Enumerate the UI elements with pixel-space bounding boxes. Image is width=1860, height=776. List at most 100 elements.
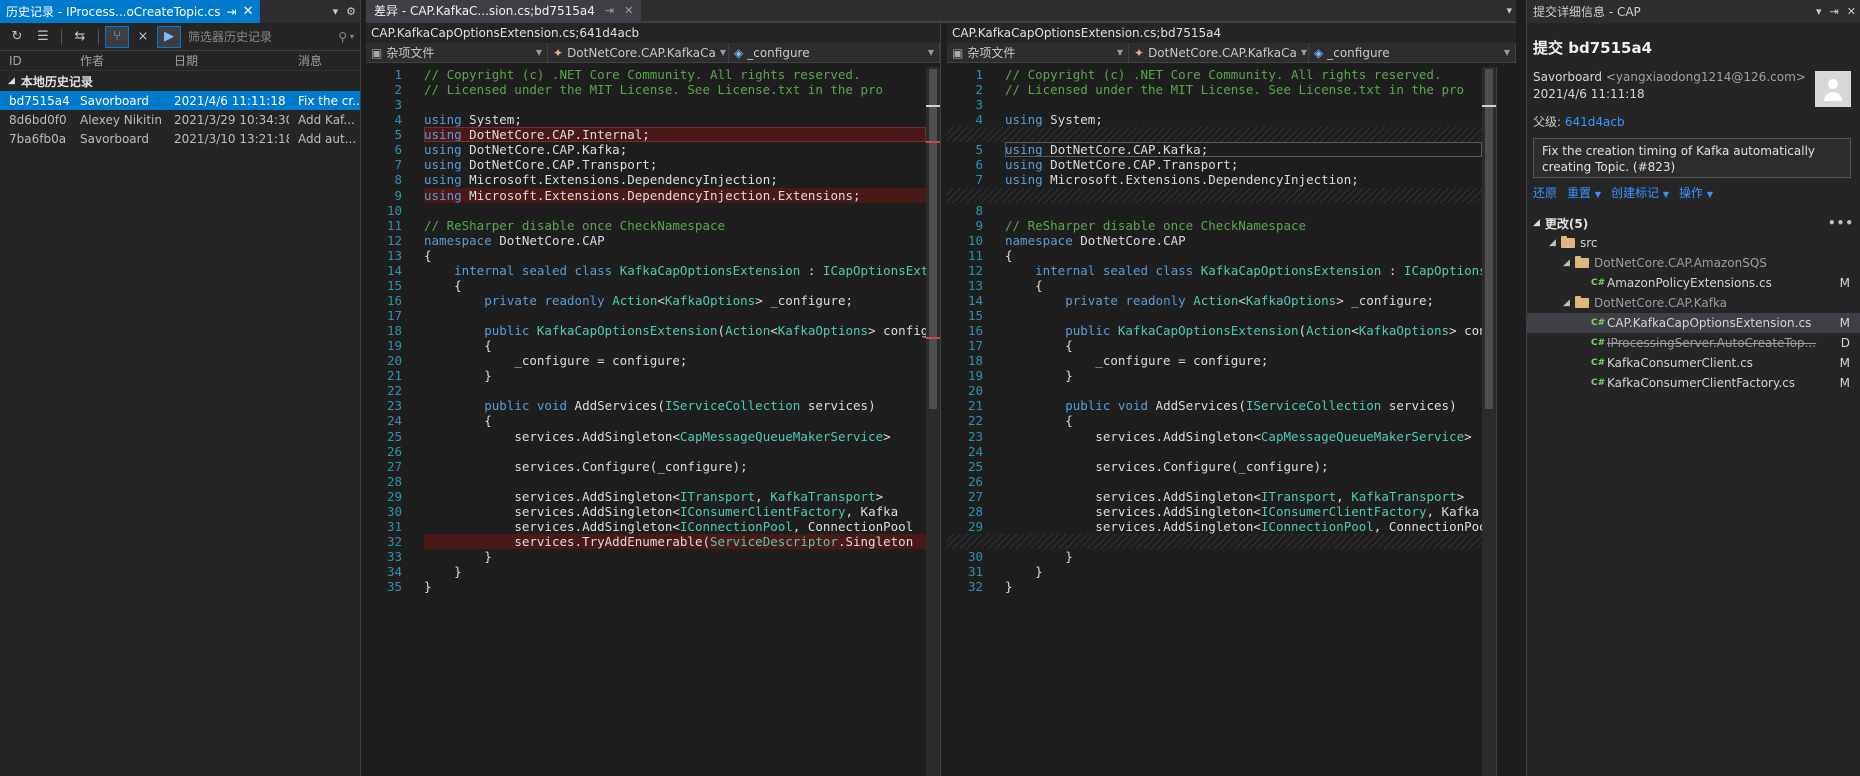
local-history-group[interactable]: ◢ 本地历史记录: [0, 71, 360, 91]
collapse-arrow-icon[interactable]: ◢: [1533, 218, 1540, 228]
tab-list-dropdown-icon[interactable]: ▾: [1502, 4, 1516, 17]
code-line[interactable]: 17 {: [947, 338, 1482, 353]
code-line[interactable]: 14 private readonly Action<KafkaOptions>…: [947, 293, 1482, 308]
code-line[interactable]: 9 using Microsoft.Extensions.DependencyIn…: [366, 187, 926, 203]
diff-overview-margin[interactable]: [1496, 67, 1516, 776]
search-icon[interactable]: ⚲: [338, 30, 347, 44]
dropdown-icon[interactable]: ▾: [1812, 5, 1826, 18]
code-line[interactable]: [947, 187, 1482, 203]
code-line[interactable]: 12 internal sealed class KafkaCapOptions…: [947, 263, 1482, 278]
right-code-editor[interactable]: 1 // Copyright (c) .NET Core Community. A…: [947, 67, 1482, 776]
code-line[interactable]: 12 namespace DotNetCore.CAP: [366, 233, 926, 248]
code-line[interactable]: 35}: [366, 579, 926, 594]
code-line[interactable]: 21 public void AddServices(IServiceColle…: [947, 398, 1482, 413]
branch-graph-icon[interactable]: ⑂: [105, 25, 129, 48]
merge-graph-icon[interactable]: ⨯: [132, 27, 154, 47]
tree-file[interactable]: C# CAP.KafkaCapOptionsExtension.cs M: [1527, 313, 1860, 333]
right-member-combo[interactable]: ◈ _configure ▼: [1309, 43, 1516, 62]
code-line[interactable]: 24: [947, 444, 1482, 459]
search-dropdown-icon[interactable]: ▾: [350, 32, 354, 41]
col-author[interactable]: 作者: [71, 52, 165, 69]
code-line[interactable]: 28: [366, 474, 926, 489]
history-tab[interactable]: 历史记录 - IProcess...oCreateTopic.cs ⇥ ✕: [0, 0, 260, 23]
code-line[interactable]: 26: [366, 444, 926, 459]
code-line[interactable]: 14 internal sealed class KafkaCapOptions…: [366, 263, 926, 278]
code-line[interactable]: 32 services.TryAddEnumerable(ServiceDesc…: [366, 533, 926, 549]
code-line[interactable]: 7 using Microsoft.Extensions.DependencyIn…: [947, 172, 1482, 187]
parent-hash-link[interactable]: 641d4acb: [1565, 115, 1625, 129]
collapse-arrow-icon[interactable]: ◢: [8, 76, 15, 86]
code-line[interactable]: 31 services.AddSingleton<IConnectionPool…: [366, 519, 926, 534]
diff-tab[interactable]: 差异 - CAP.KafkaC...sion.cs;bd7515a4 ⇥ ✕: [366, 0, 642, 21]
code-line[interactable]: 3: [947, 97, 1482, 112]
code-line[interactable]: 10: [366, 203, 926, 218]
code-line[interactable]: 6 using DotNetCore.CAP.Transport;: [947, 157, 1482, 172]
code-line[interactable]: 22 {: [947, 413, 1482, 428]
history-row[interactable]: bd7515a4 Savorboard 2021/4/6 11:11:18 Fi…: [0, 91, 360, 110]
code-line[interactable]: 25 services.Configure(_configure);: [947, 459, 1482, 474]
tree-file[interactable]: C# KafkaConsumerClient.cs M: [1527, 353, 1860, 373]
compare-icon[interactable]: ⇆: [69, 27, 91, 47]
code-line[interactable]: 23 services.AddSingleton<CapMessageQueue…: [947, 429, 1482, 444]
revert-link[interactable]: 还原: [1533, 184, 1557, 201]
pin-icon[interactable]: ⇥: [1826, 5, 1843, 18]
history-filter-input[interactable]: 筛选器历史记录 ⚲ ▾: [184, 28, 354, 45]
code-line[interactable]: [947, 127, 1482, 143]
changes-header[interactable]: ◢ 更改(5) •••: [1527, 213, 1860, 233]
code-line[interactable]: 2 // Licensed under the MIT License. See …: [947, 82, 1482, 97]
code-line[interactable]: 28 services.AddSingleton<IConsumerClient…: [947, 504, 1482, 519]
code-line[interactable]: 31 }: [947, 564, 1482, 579]
code-line[interactable]: 9 // ReSharper disable once CheckNamespac…: [947, 218, 1482, 233]
code-line[interactable]: 17: [366, 308, 926, 323]
code-line[interactable]: 34 }: [366, 564, 926, 579]
code-line[interactable]: 29 services.AddSingleton<ITransport, Kaf…: [366, 489, 926, 504]
tree-folder-kafka[interactable]: ◢ DotNetCore.CAP.Kafka: [1527, 293, 1860, 313]
left-type-combo[interactable]: ✦ DotNetCore.CAP.KafkaCa ▼: [548, 43, 729, 62]
tree-file[interactable]: C# IProcessingServer.AutoCreateTop... D: [1527, 333, 1860, 353]
code-line[interactable]: 25 services.AddSingleton<CapMessageQueue…: [366, 429, 926, 444]
col-id[interactable]: ID: [0, 54, 71, 68]
pin-icon[interactable]: ⇥: [227, 5, 237, 19]
actions-link[interactable]: 操作 ▼: [1679, 184, 1713, 201]
code-line[interactable]: 30 }: [947, 549, 1482, 564]
history-row[interactable]: 7ba6fb0a Savorboard 2021/3/10 13:21:18 A…: [0, 129, 360, 148]
commit-message-box[interactable]: Fix the creation timing of Kafka automat…: [1533, 138, 1851, 178]
code-line[interactable]: 30 services.AddSingleton<IConsumerClient…: [366, 504, 926, 519]
code-line[interactable]: 18 public KafkaCapOptionsExtension(Actio…: [366, 323, 926, 338]
tree-file[interactable]: C# KafkaConsumerClientFactory.cs M: [1527, 373, 1860, 393]
code-line[interactable]: 19 {: [366, 338, 926, 353]
right-project-combo[interactable]: ▣ 杂项文件 ▼: [947, 43, 1129, 62]
code-line[interactable]: 4 using System;: [366, 112, 926, 127]
code-line[interactable]: 1 // Copyright (c) .NET Core Community. A…: [366, 67, 926, 82]
left-code-editor[interactable]: 1 // Copyright (c) .NET Core Community. A…: [366, 67, 926, 776]
close-icon[interactable]: ✕: [243, 4, 254, 19]
dropdown-icon[interactable]: ▾: [329, 5, 343, 18]
code-line[interactable]: 5 using DotNetCore.CAP.Internal;: [366, 127, 926, 143]
code-line[interactable]: 33 }: [366, 549, 926, 564]
col-message[interactable]: 消息: [289, 52, 359, 69]
code-line[interactable]: 15 {: [366, 278, 926, 293]
code-line[interactable]: 23 public void AddServices(IServiceColle…: [366, 398, 926, 413]
collapse-arrow-icon[interactable]: ◢: [1563, 298, 1575, 308]
refresh-icon[interactable]: ↻: [6, 27, 28, 47]
close-icon[interactable]: ✕: [1843, 5, 1860, 18]
code-line[interactable]: 11 // ReSharper disable once CheckNamespa…: [366, 218, 926, 233]
col-date[interactable]: 日期: [165, 52, 289, 69]
left-member-combo[interactable]: ◈ _configure ▼: [729, 43, 940, 62]
create-tag-link[interactable]: 创建标记 ▼: [1611, 184, 1669, 201]
code-line[interactable]: 3: [366, 97, 926, 112]
code-line[interactable]: 16 public KafkaCapOptionsExtension(Actio…: [947, 323, 1482, 338]
collapse-arrow-icon[interactable]: ◢: [1563, 258, 1575, 268]
code-line[interactable]: 29 services.AddSingleton<IConnectionPool…: [947, 519, 1482, 534]
left-project-combo[interactable]: ▣ 杂项文件 ▼: [366, 43, 548, 62]
code-line[interactable]: 27 services.Configure(_configure);: [366, 459, 926, 474]
code-line[interactable]: 18 _configure = configure;: [947, 353, 1482, 368]
code-line[interactable]: 2 // Licensed under the MIT License. See …: [366, 82, 926, 97]
history-row[interactable]: 8d6bd0f0 Alexey Nikitin 2021/3/29 10:34:…: [0, 110, 360, 129]
code-line[interactable]: 21 }: [366, 368, 926, 383]
code-line[interactable]: 4 using System;: [947, 112, 1482, 127]
code-line[interactable]: 24 {: [366, 413, 926, 428]
tree-file[interactable]: C# AmazonPolicyExtensions.cs M: [1527, 273, 1860, 293]
code-line[interactable]: 22: [366, 383, 926, 398]
tag-icon[interactable]: ▶: [157, 25, 181, 48]
